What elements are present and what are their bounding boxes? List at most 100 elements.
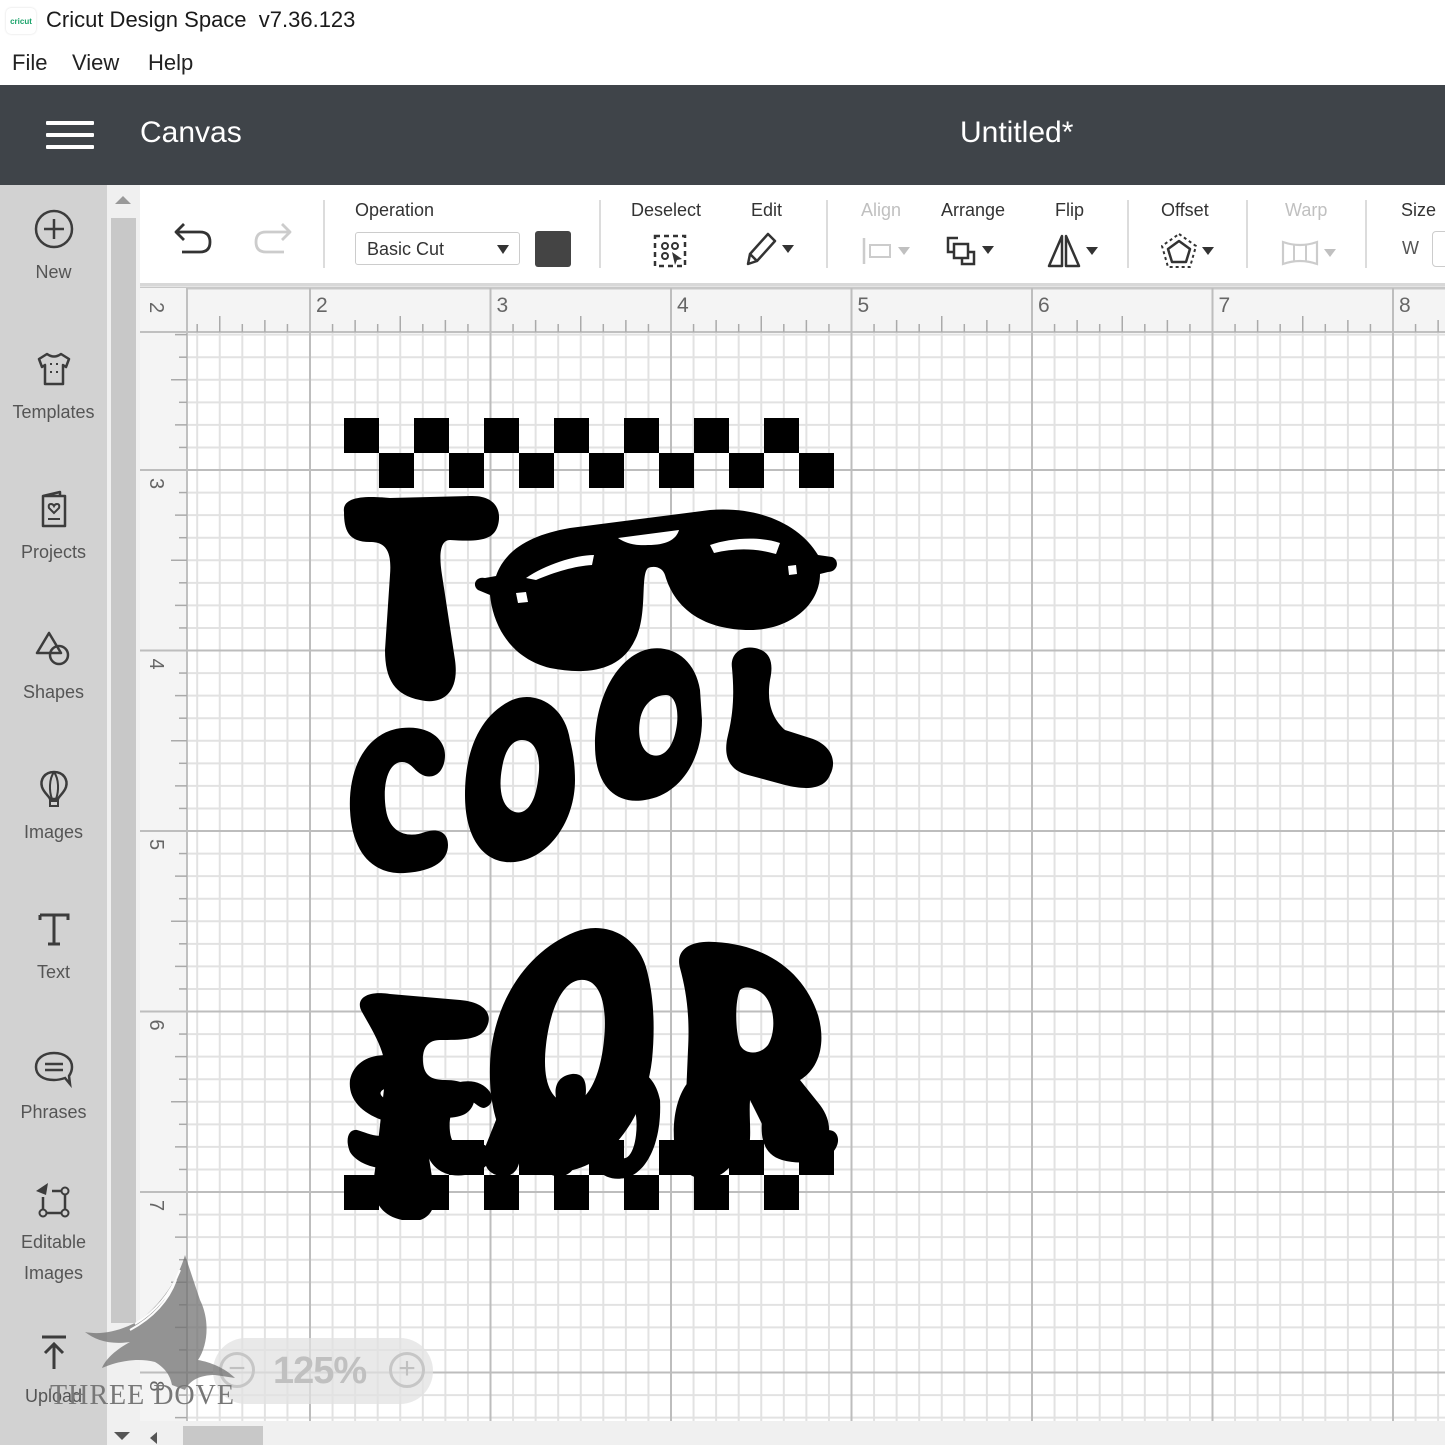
letter-t: [343, 495, 500, 702]
edit-button[interactable]: [744, 230, 794, 268]
size-width-label: W: [1402, 238, 1419, 258]
checkerboard-top: [344, 418, 834, 488]
sidebar-item-label: Text: [36, 962, 70, 982]
operation-color-swatch[interactable]: [535, 231, 571, 267]
checker-square: [694, 1175, 729, 1210]
sidebar-item-projects[interactable]: Projects: [0, 487, 107, 568]
checker-square: [554, 1175, 589, 1210]
ruler-label: 2: [145, 302, 167, 313]
chevron-down-icon: [782, 245, 794, 253]
edit-label: Edit: [751, 200, 783, 220]
menu-help[interactable]: Help: [148, 50, 193, 76]
sidebar-item-phrases[interactable]: Phrases: [0, 1047, 107, 1128]
offset-label: Offset: [1161, 200, 1209, 220]
chevron-down-icon: [1086, 247, 1098, 255]
ruler-label: 3: [145, 478, 167, 489]
flip-button[interactable]: [1046, 232, 1098, 270]
design-artwork-too-cool-for-school[interactable]: [330, 400, 850, 1220]
checker-square: [484, 1175, 519, 1210]
toolbar-divider: [599, 200, 601, 268]
warp-button[interactable]: [1280, 238, 1336, 268]
toolbar-divider: [826, 200, 828, 268]
ruler-label: 2: [316, 294, 328, 317]
sidebar-item-label: Images: [23, 822, 84, 842]
chevron-down-icon: [497, 245, 509, 254]
pencil-icon: [746, 232, 777, 266]
canvas-horizontal-scrollbar-thumb[interactable]: [183, 1426, 263, 1445]
ruler-label: 6: [1038, 294, 1050, 317]
sidebar-item-new[interactable]: New: [0, 207, 107, 288]
sidebar-item-shapes[interactable]: Shapes: [0, 627, 107, 708]
ruler-label: 6: [145, 1020, 167, 1031]
plus-circle-icon: [34, 209, 73, 249]
letter-o: [595, 648, 702, 801]
offset-button[interactable]: [1160, 232, 1214, 270]
flip-label: Flip: [1055, 200, 1085, 220]
upload-icon: [41, 1335, 66, 1369]
header-section-title: Canvas: [140, 116, 242, 149]
scroll-down-arrow-icon[interactable]: [114, 1432, 130, 1440]
zoom-in-button[interactable]: +: [389, 1352, 425, 1388]
redo-icon[interactable]: [250, 220, 294, 256]
ruler-label: 3: [497, 294, 509, 317]
menu-bar: File View Help: [0, 42, 1445, 85]
undo-icon[interactable]: [172, 220, 216, 256]
toolbar-divider: [1365, 200, 1367, 268]
offset-icon: [1161, 233, 1197, 268]
checker-square: [764, 1175, 799, 1210]
toolbar-divider: [1246, 200, 1248, 268]
sidebar-item-text[interactable]: Text: [0, 907, 107, 988]
operation-select[interactable]: Basic Cut: [355, 232, 520, 265]
checker-square: [694, 418, 729, 453]
sidebar-item-editable-images[interactable]: Editable Images: [0, 1177, 107, 1289]
letter-l: [726, 647, 834, 788]
scroll-up-arrow-icon[interactable]: [115, 196, 131, 204]
ruler-label: 8: [1399, 294, 1411, 317]
ruler-label: 7: [145, 1200, 167, 1211]
checker-square: [799, 453, 834, 488]
align-label: Align: [861, 200, 902, 220]
align-button[interactable]: [860, 236, 910, 266]
checker-square: [379, 453, 414, 488]
sidebar-item-images[interactable]: Images: [0, 767, 107, 848]
checker-square: [484, 418, 519, 453]
tshirt-icon: [37, 352, 70, 386]
arrange-icon: [946, 236, 976, 266]
deselect-button[interactable]: [652, 233, 688, 269]
scroll-left-arrow-icon[interactable]: [150, 1432, 157, 1444]
arrange-button[interactable]: [944, 232, 994, 268]
cricut-logo-icon: cricut: [6, 8, 36, 34]
warp-icon: [1281, 240, 1319, 266]
ruler-label: 4: [145, 659, 167, 670]
size-width-input[interactable]: [1432, 231, 1445, 267]
sidebar-item-templates[interactable]: Templates: [0, 347, 107, 428]
flip-icon: [1047, 234, 1081, 268]
chevron-down-icon: [982, 246, 994, 254]
ruler-label: 4: [677, 294, 689, 317]
deselect-label: Deselect: [631, 200, 702, 220]
checker-square: [624, 1175, 659, 1210]
document-title: Untitled*: [960, 116, 1074, 149]
operation-label: Operation: [355, 200, 435, 220]
checker-square: [344, 1175, 379, 1210]
chevron-down-icon: [1202, 247, 1214, 255]
canvas-horizontal-scrollbar[interactable]: [140, 1421, 1445, 1445]
checker-square: [729, 453, 764, 488]
operation-select-value: Basic Cut: [367, 239, 445, 259]
menu-file[interactable]: File: [12, 50, 47, 76]
checker-square: [589, 453, 624, 488]
sidebar-item-label: Projects: [20, 542, 87, 562]
hamburger-menu-icon[interactable]: [46, 121, 94, 149]
menu-view[interactable]: View: [72, 50, 119, 76]
checker-square: [554, 418, 589, 453]
letter-c: [349, 727, 448, 874]
toolbar-divider: [323, 200, 325, 268]
sidebar-item-label: New: [35, 262, 72, 282]
size-label: Size: [1401, 200, 1437, 220]
warp-label: Warp: [1285, 200, 1328, 220]
window-title: Cricut Design Space v7.36.123: [46, 7, 356, 32]
sidebar-scrollbar-thumb[interactable]: [111, 218, 136, 1323]
checker-square: [519, 453, 554, 488]
editable-image-icon: [35, 1183, 69, 1218]
arrange-label: Arrange: [941, 200, 1006, 220]
